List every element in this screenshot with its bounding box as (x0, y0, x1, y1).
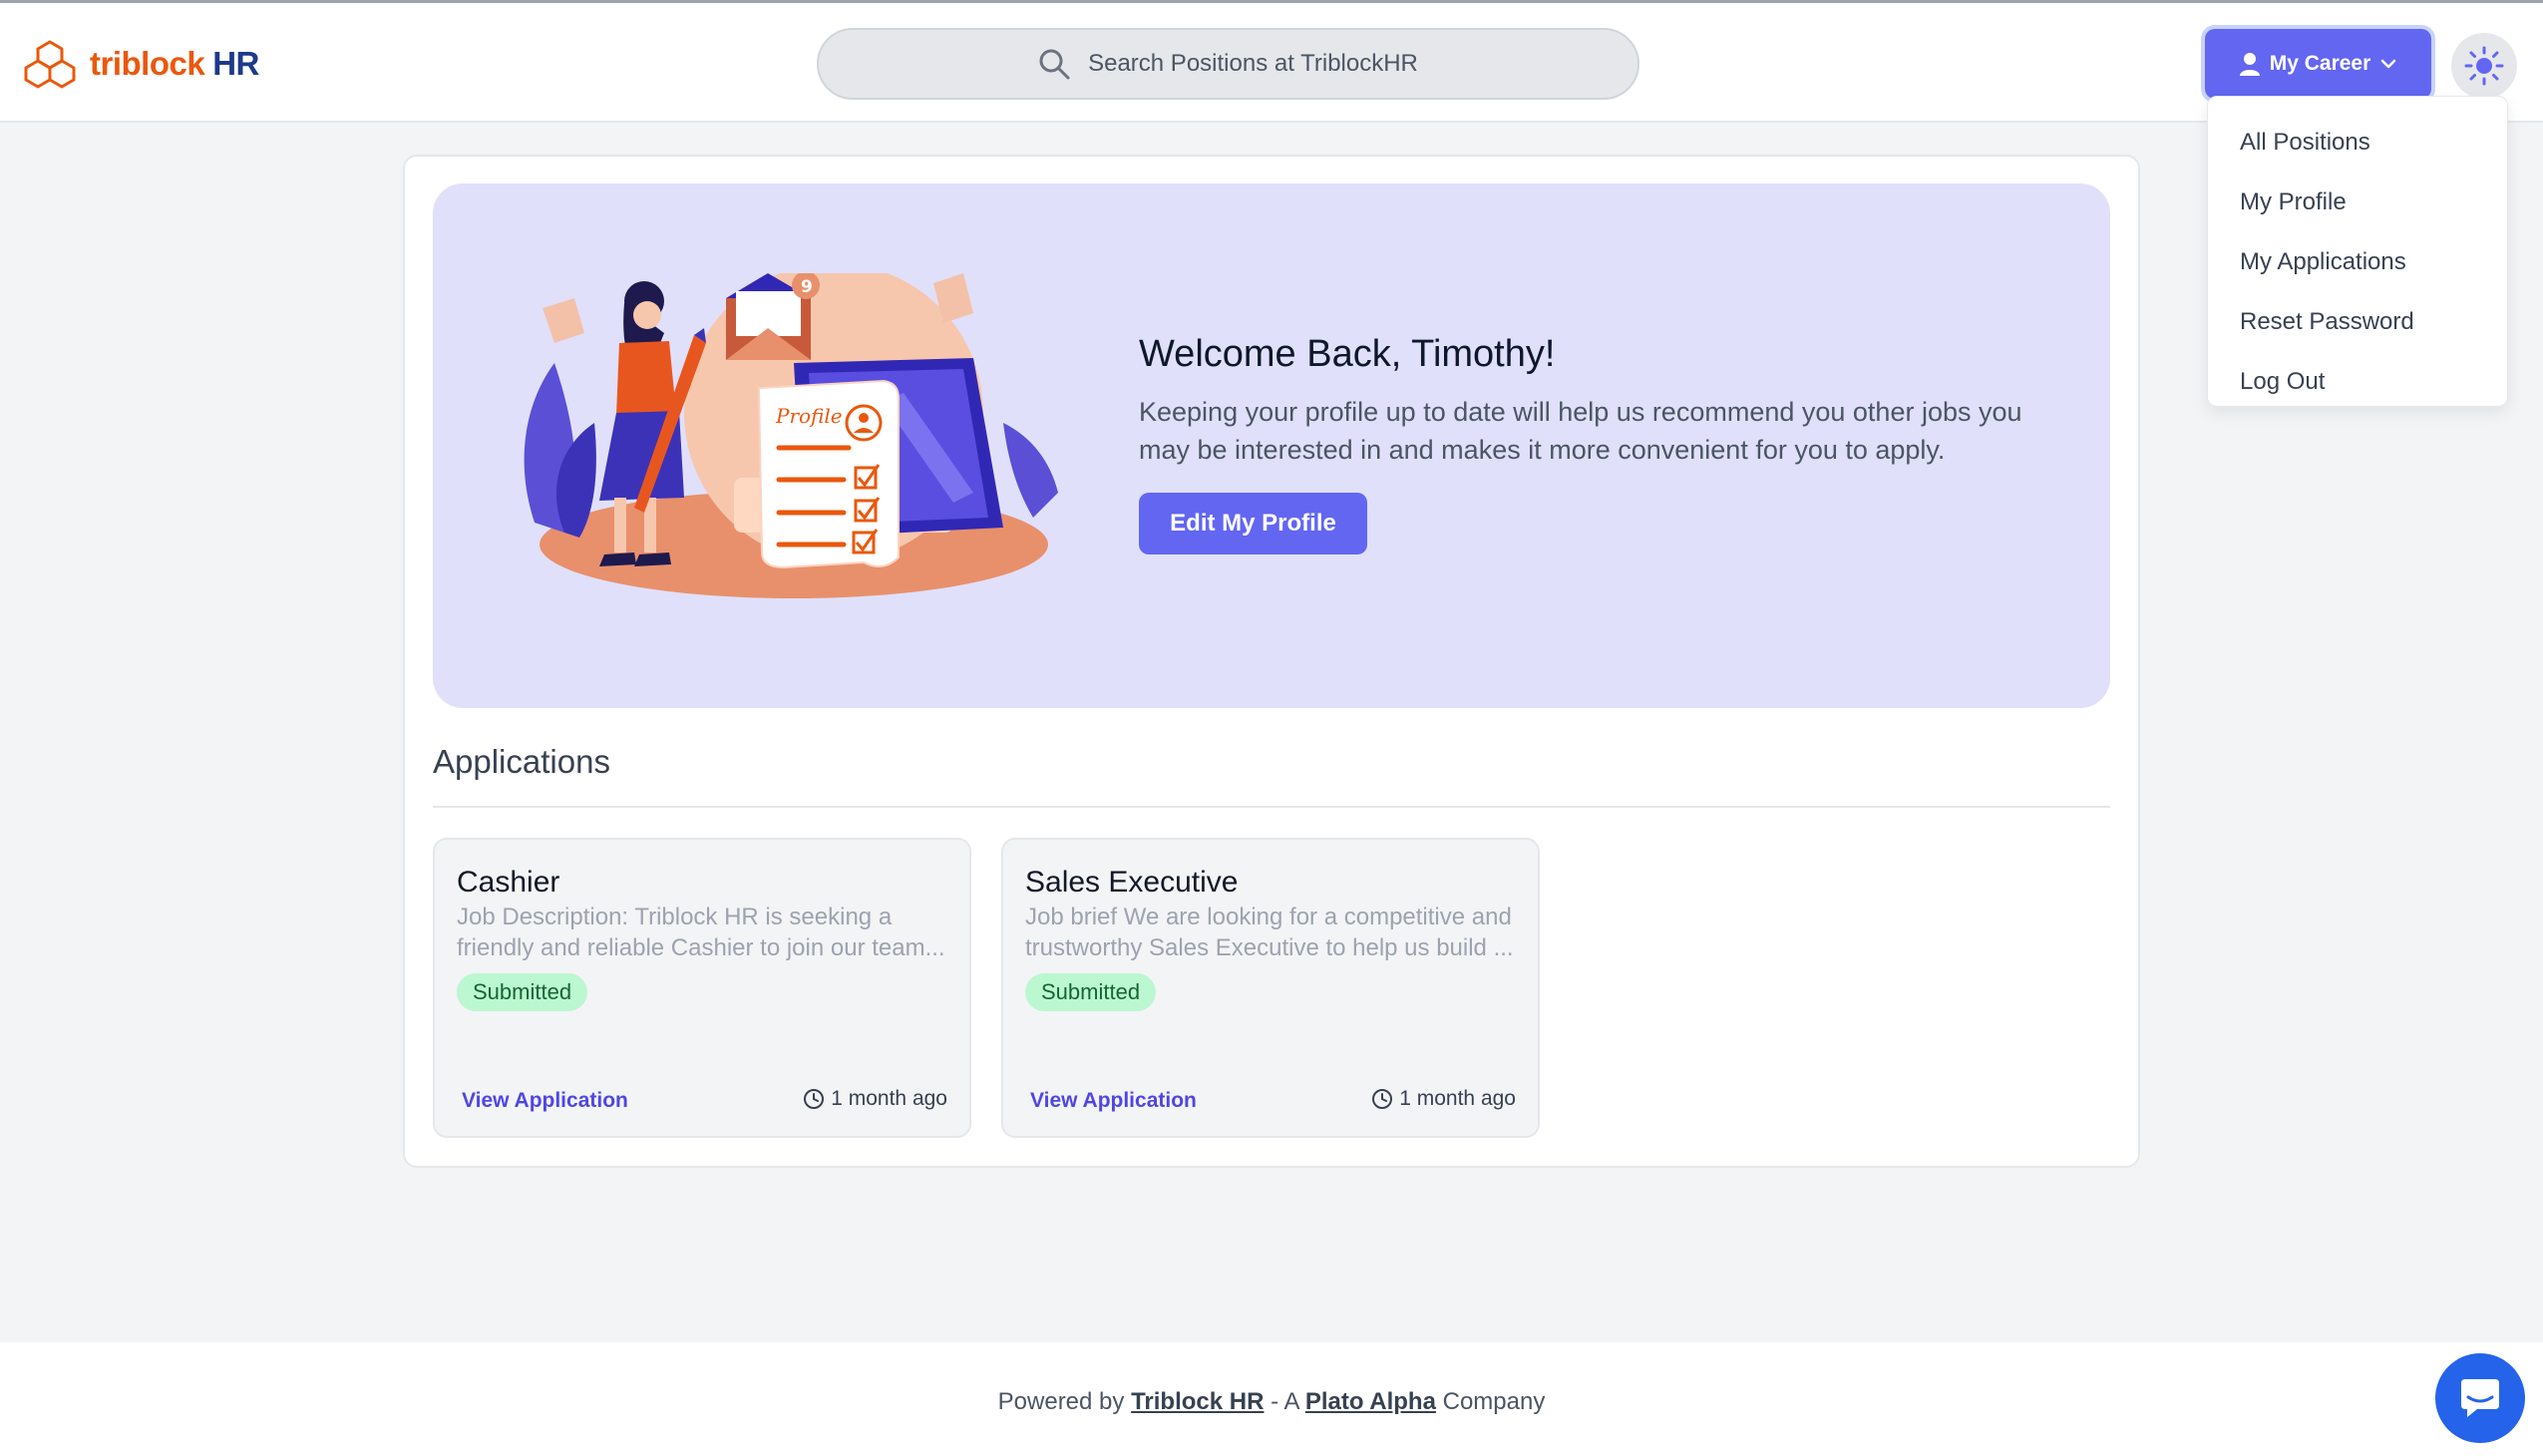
chat-button[interactable] (2435, 1353, 2525, 1443)
menu-item-all-positions[interactable]: All Positions (2208, 113, 2507, 173)
page-footer: Powered by Triblock HR - A Plato Alpha C… (0, 1342, 2543, 1456)
welcome-banner: Profile 9 Welcome Back, Timothy! Keeping… (433, 183, 2110, 708)
clock-icon (1372, 1089, 1393, 1109)
my-career-button[interactable]: My Career (2205, 29, 2431, 99)
profile-illustration: Profile 9 (524, 273, 1058, 598)
illustration-profile-label: Profile (775, 404, 843, 428)
my-career-label: My Career (2269, 52, 2371, 75)
time-label: 1 month ago (1399, 1087, 1516, 1110)
footer-brand-link[interactable]: Triblock HR (1131, 1388, 1264, 1415)
search-bar[interactable]: Search Positions at TriblockHR (817, 28, 1639, 100)
view-application-link[interactable]: View Application (1030, 1089, 1197, 1113)
application-title: Cashier (457, 866, 560, 899)
sun-icon (2464, 46, 2504, 86)
status-badge: Submitted (457, 973, 588, 1011)
applications-divider (433, 806, 2110, 808)
theme-toggle-button[interactable] (2451, 33, 2517, 99)
search-icon (1039, 49, 1070, 80)
search-placeholder: Search Positions at TriblockHR (1088, 50, 1418, 77)
application-time: 1 month ago (803, 1087, 947, 1111)
top-navbar: triblock HR Search Positions at TriblockH… (0, 3, 2543, 123)
clock-icon (804, 1089, 825, 1109)
footer-middle: - A (1271, 1388, 1299, 1415)
menu-item-reset-password[interactable]: Reset Password (2208, 292, 2507, 352)
welcome-title: Welcome Back, Timothy! (1139, 333, 1556, 375)
application-card[interactable]: Sales Executive Job brief We are looking… (1001, 838, 1540, 1138)
application-card[interactable]: Cashier Job Description: Triblock HR is … (433, 838, 971, 1138)
footer-company-link[interactable]: Plato Alpha (1305, 1388, 1436, 1415)
welcome-text: Keeping your profile up to date will hel… (1139, 397, 2022, 465)
brand-name: triblock HR (90, 45, 259, 82)
status-badge: Submitted (1025, 973, 1157, 1011)
footer-suffix: Company (1442, 1388, 1546, 1415)
triblock-logo-icon (24, 40, 76, 89)
application-title: Sales Executive (1025, 866, 1239, 899)
view-application-link[interactable]: View Application (462, 1089, 628, 1113)
menu-item-my-applications[interactable]: My Applications (2208, 232, 2507, 292)
applications-heading: Applications (433, 743, 610, 780)
menu-item-log-out[interactable]: Log Out (2208, 352, 2507, 412)
user-icon (2239, 53, 2260, 76)
chevron-down-icon (2381, 59, 2396, 69)
notification-count: 9 (801, 277, 813, 297)
chat-icon (2461, 1379, 2499, 1417)
time-label: 1 month ago (831, 1087, 947, 1110)
career-dropdown-menu: All Positions My Profile My Applications… (2207, 96, 2508, 407)
footer-prefix: Powered by (997, 1388, 1125, 1415)
footer-text: Powered by Triblock HR - A Plato Alpha C… (0, 1388, 2543, 1416)
menu-item-my-profile[interactable]: My Profile (2208, 173, 2507, 232)
brand-logo[interactable]: triblock HR (22, 39, 259, 89)
application-description: Job brief We are looking for a competiti… (1025, 904, 1514, 961)
edit-profile-button[interactable]: Edit My Profile (1139, 493, 1367, 554)
application-time: 1 month ago (1371, 1087, 1516, 1111)
application-description: Job Description: Triblock HR is seeking … (457, 904, 945, 961)
